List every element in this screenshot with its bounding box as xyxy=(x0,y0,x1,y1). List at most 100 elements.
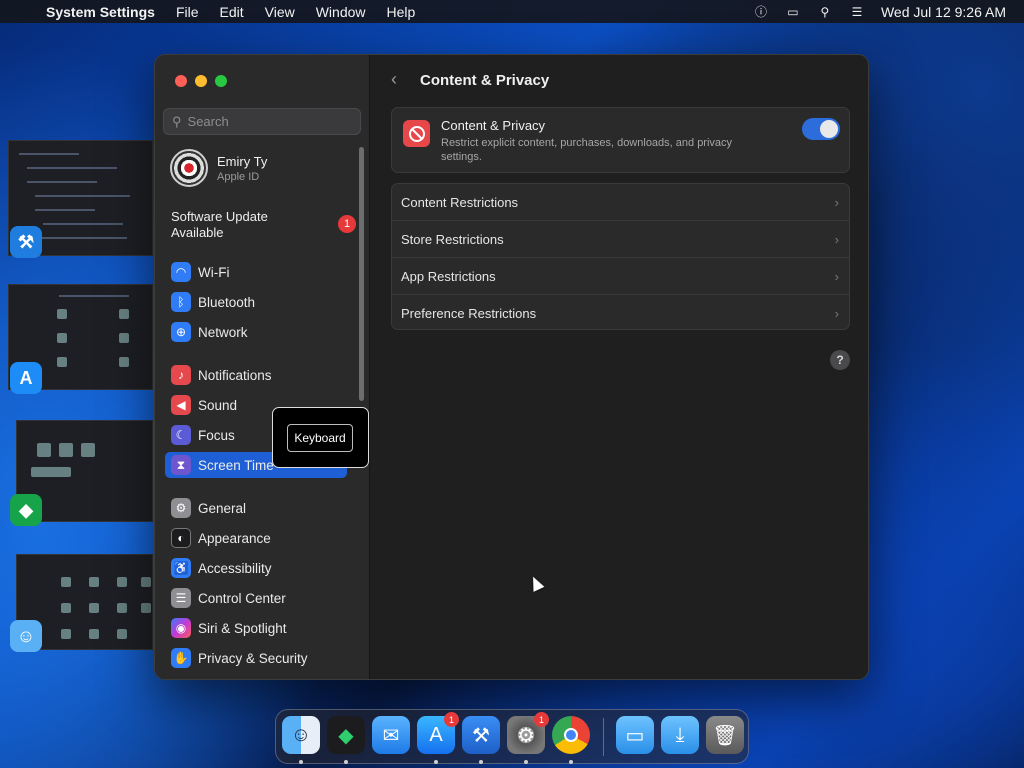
sidebar-item-label: Bluetooth xyxy=(198,294,256,310)
globe-icon: ⊕ xyxy=(171,322,191,342)
sidebar-item-label: Privacy & Security xyxy=(198,650,308,666)
menu-window[interactable]: Window xyxy=(316,4,366,20)
menu-app-name[interactable]: System Settings xyxy=(46,4,155,20)
spotlight-search-icon[interactable]: ⚲ xyxy=(817,5,833,19)
sidebar-item-network[interactable]: ⊕ Network xyxy=(165,319,347,345)
menu-view[interactable]: View xyxy=(265,4,295,20)
sidebar-item-privacy-security[interactable]: ✋ Privacy & Security xyxy=(165,645,347,671)
software-update-item[interactable]: Software Update Available 1 xyxy=(171,209,356,241)
sidebar-item-wifi[interactable]: ◠ Wi-Fi xyxy=(165,259,347,285)
close-button[interactable] xyxy=(175,75,187,87)
running-indicator xyxy=(434,760,438,764)
row-app-restrictions[interactable]: App Restrictions › xyxy=(392,258,849,295)
gear-icon: ⚙ xyxy=(171,498,191,518)
row-label: App Restrictions xyxy=(401,268,496,284)
control-center-icon[interactable]: ☰ xyxy=(849,5,865,19)
system-settings-badge: 1 xyxy=(534,712,549,727)
running-indicator xyxy=(479,760,483,764)
menu-file[interactable]: File xyxy=(176,4,199,20)
tooltip-label: Keyboard xyxy=(287,424,353,452)
dock-trash-icon[interactable]: 🗑 xyxy=(706,716,744,754)
search-icon: ⚲ xyxy=(172,113,182,129)
sidebar-item-label: Accessibility xyxy=(198,560,272,576)
sidebar-item-siri-spotlight[interactable]: ◉ Siri & Spotlight xyxy=(165,615,347,641)
system-settings-window: ⚲ Emiry Ty Apple ID Software Update Avai… xyxy=(154,54,869,680)
sidebar-item-label: General xyxy=(198,500,247,516)
toggles-icon: ☰ xyxy=(171,588,191,608)
menu-clock[interactable]: Wed Jul 12 9:26 AM xyxy=(881,4,1006,20)
apple-id-account[interactable]: Emiry Ty Apple ID xyxy=(170,149,267,187)
sidebar-item-label: Wi-Fi xyxy=(198,264,230,280)
account-subtitle: Apple ID xyxy=(217,170,260,183)
avatar xyxy=(170,149,208,187)
row-label: Content Restrictions xyxy=(401,194,519,210)
sidebar-item-label: Control Center xyxy=(198,590,286,606)
help-button[interactable]: ? xyxy=(830,350,850,370)
hand-icon: ✋ xyxy=(171,648,191,668)
search-field[interactable]: ⚲ xyxy=(163,108,361,135)
card-description: Restrict explicit content, purchases, do… xyxy=(441,137,733,163)
card-title: Content & Privacy xyxy=(441,118,546,133)
sidebar-item-general[interactable]: ⚙ General xyxy=(165,495,347,521)
menu-help[interactable]: Help xyxy=(387,4,416,20)
dock-teamviewer-icon[interactable]: ◆ xyxy=(327,716,365,754)
chevron-right-icon: › xyxy=(834,194,839,210)
dock: ☺ ◆ ✉ A1 ⚒ ⚙ 1 ▭ ⤓ 🗑 xyxy=(275,709,749,764)
account-name: Emiry Ty xyxy=(217,153,268,169)
dock-finder-icon[interactable]: ☺ xyxy=(282,716,320,754)
keyboard-tooltip: Keyboard xyxy=(272,407,369,468)
dock-downloads-folder-icon[interactable]: ⤓ xyxy=(661,716,699,754)
sidebar-item-bluetooth[interactable]: ᛒ Bluetooth xyxy=(165,289,347,315)
sidebar-item-label: Appearance xyxy=(198,530,271,546)
dock-mail-icon[interactable]: ✉ xyxy=(372,716,410,754)
content-privacy-card: Content & Privacy Restrict explicit cont… xyxy=(391,107,850,173)
sidebar-item-notifications[interactable]: ♪ Notifications xyxy=(165,362,347,388)
chevron-right-icon: › xyxy=(834,306,839,321)
minimize-button[interactable] xyxy=(195,75,207,87)
content-privacy-toggle[interactable] xyxy=(802,118,840,140)
dock-system-settings-icon[interactable]: ⚙ 1 xyxy=(507,712,549,754)
accessibility-icon: ♿ xyxy=(171,558,191,578)
dock-chrome-icon[interactable] xyxy=(552,716,590,754)
sidebar-item-label: Network xyxy=(198,324,248,340)
row-store-restrictions[interactable]: Store Restrictions › xyxy=(392,221,849,258)
row-content-restrictions[interactable]: Content Restrictions › xyxy=(392,184,849,221)
info-icon[interactable]: ⓘ xyxy=(753,5,769,19)
running-indicator xyxy=(524,760,528,764)
app-store-icon: A xyxy=(10,362,42,394)
appearance-icon: ◐ xyxy=(171,528,191,548)
sidebar-item-control-center[interactable]: ☰ Control Center xyxy=(165,585,347,611)
sidebar-item-accessibility[interactable]: ♿ Accessibility xyxy=(165,555,347,581)
app-store-badge: 1 xyxy=(444,712,459,727)
sidebar-scrollbar[interactable] xyxy=(359,147,364,401)
back-chevron-icon[interactable]: ‹ xyxy=(391,69,397,90)
zoom-button[interactable] xyxy=(215,75,227,87)
sidebar-item-label: Screen Time xyxy=(198,457,274,473)
running-indicator xyxy=(569,760,573,764)
moon-icon: ☾ xyxy=(171,425,191,445)
dock-separator xyxy=(603,718,604,756)
sidebar: ⚲ Emiry Ty Apple ID Software Update Avai… xyxy=(155,55,370,679)
siri-icon: ◉ xyxy=(171,618,191,638)
sidebar-item-label: Notifications xyxy=(198,367,272,383)
menu-edit[interactable]: Edit xyxy=(220,4,244,20)
window-controls xyxy=(175,75,227,87)
dock-xcode-icon[interactable]: ⚒ xyxy=(462,716,500,754)
content-pane: ‹ Content & Privacy Content & Privacy Re… xyxy=(371,55,868,679)
speaker-icon: ◀ xyxy=(171,395,191,415)
hourglass-icon: ⧗ xyxy=(171,455,191,475)
bluetooth-icon: ᛒ xyxy=(171,292,191,312)
search-input[interactable] xyxy=(187,114,348,129)
content-header: ‹ Content & Privacy xyxy=(371,55,868,107)
row-preference-restrictions[interactable]: Preference Restrictions › xyxy=(392,295,849,332)
dock-app-store-icon[interactable]: A1 xyxy=(417,712,459,754)
finder-icon: ☺ xyxy=(10,620,42,652)
row-label: Preference Restrictions xyxy=(401,306,537,321)
sidebar-item-label: Siri & Spotlight xyxy=(198,620,287,636)
running-indicator xyxy=(299,760,303,764)
software-update-badge: 1 xyxy=(338,215,356,233)
dock-folder-icon[interactable]: ▭ xyxy=(616,716,654,754)
menu-bar: System Settings File Edit View Window He… xyxy=(0,0,1024,23)
screen-mirroring-icon[interactable]: ▭ xyxy=(785,5,801,19)
sidebar-item-appearance[interactable]: ◐ Appearance xyxy=(165,525,347,551)
